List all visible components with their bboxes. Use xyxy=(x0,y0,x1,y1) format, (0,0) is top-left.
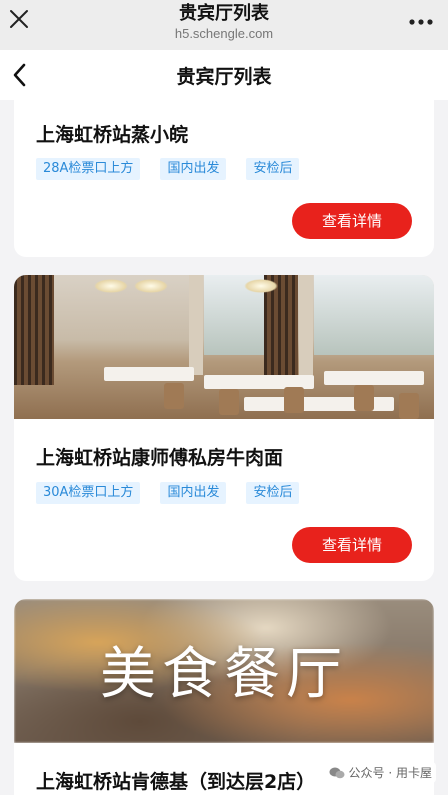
view-details-button[interactable]: 查看详情 xyxy=(292,203,412,239)
browser-bar: 贵宾厅列表 h5.schengle.com xyxy=(0,0,448,50)
browser-title-block: 贵宾厅列表 h5.schengle.com xyxy=(0,3,448,43)
lounge-photo xyxy=(14,275,434,419)
lounge-name: 上海虹桥站蒸小皖 xyxy=(36,124,189,146)
page-header: 贵宾厅列表 xyxy=(0,50,448,100)
tag-gate: 28A检票口上方 xyxy=(36,158,141,180)
view-details-button[interactable]: 查看详情 xyxy=(292,527,412,563)
tag-security: 安检后 xyxy=(246,158,300,180)
tag-departure: 国内出发 xyxy=(160,482,227,504)
lounge-photo: 美食餐厅 xyxy=(14,599,434,743)
tag-security: 安检后 xyxy=(246,482,300,504)
lounge-name: 上海虹桥站肯德基（到达层2店） xyxy=(36,771,316,793)
image-caption: 美食餐厅 xyxy=(100,642,348,707)
lounge-name: 上海虹桥站康师傅私房牛肉面 xyxy=(36,447,284,469)
lounge-card[interactable]: 上海虹桥站康师傅私房牛肉面 30A检票口上方 国内出发 安检后 查看详情 xyxy=(14,275,434,581)
browser-title: 贵宾厅列表 xyxy=(179,3,269,24)
browser-url: h5.schengle.com xyxy=(174,26,274,41)
lounge-tags: 30A检票口上方 国内出发 安检后 xyxy=(36,482,300,504)
page-title: 贵宾厅列表 xyxy=(176,66,272,88)
lounge-list[interactable]: 上海虹桥站蒸小皖 28A检票口上方 国内出发 安检后 查看详情 上海虹桥站康师傅… xyxy=(0,100,448,795)
tag-gate: 30A检票口上方 xyxy=(36,482,141,504)
wechat-icon xyxy=(329,767,345,778)
more-icon[interactable] xyxy=(408,18,434,26)
tag-departure: 国内出发 xyxy=(160,158,227,180)
lounge-card[interactable]: 上海虹桥站蒸小皖 28A检票口上方 国内出发 安检后 查看详情 xyxy=(14,100,434,257)
watermark-text: 公众号 · 用卡屋 xyxy=(348,766,432,780)
watermark: 公众号 · 用卡屋 xyxy=(324,762,436,783)
lounge-tags: 28A检票口上方 国内出发 安检后 xyxy=(36,158,300,180)
restaurant-image xyxy=(14,275,434,419)
